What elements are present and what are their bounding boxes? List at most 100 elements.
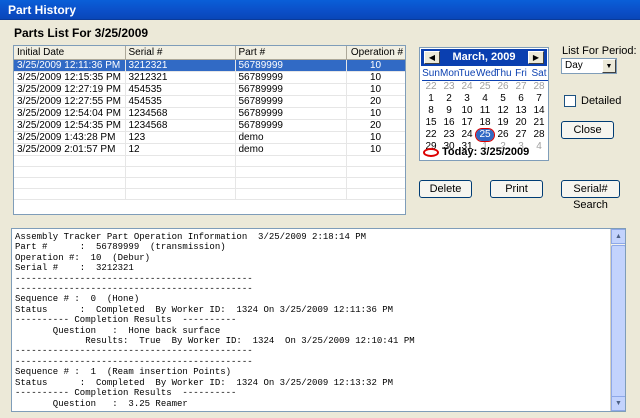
calendar-day[interactable]: 11 [476, 105, 494, 117]
scroll-up-icon[interactable]: ▲ [611, 229, 625, 244]
report-line: Status : Completed By Worker ID: 1324 On… [15, 377, 394, 388]
calendar-day[interactable]: 22 [422, 81, 440, 93]
calendar-day[interactable]: 19 [494, 117, 512, 129]
calendar-day[interactable]: 7 [530, 93, 548, 105]
calendar-day[interactable]: 10 [458, 105, 476, 117]
period-select[interactable]: Day ▼ [561, 58, 617, 74]
table-row[interactable]: 3/25/2009 2:01:57 PM 12 demo 10 [14, 143, 405, 156]
close-button[interactable]: Close [561, 121, 614, 139]
calendar-day[interactable]: 25 [475, 128, 495, 142]
calendar-day[interactable]: 16 [440, 117, 458, 129]
calendar-day[interactable]: 12 [494, 105, 512, 117]
empty-cell [346, 166, 405, 178]
calendar-day[interactable]: 1 [422, 93, 440, 105]
detailed-checkbox[interactable]: Detailed [564, 95, 621, 107]
calendar-week-row: 22 23 24 25 26 27 28 [422, 81, 548, 93]
calendar-day[interactable]: 5 [494, 93, 512, 105]
report-line: ----------------------------------------… [15, 273, 253, 284]
table-cell: 10 [346, 107, 405, 120]
calendar-day[interactable]: 23 [440, 81, 458, 93]
empty-cell [235, 177, 347, 189]
calendar-day[interactable]: 13 [512, 105, 530, 117]
table-cell: 12 [125, 143, 236, 156]
vertical-scrollbar[interactable]: ▲ ▼ [610, 229, 625, 411]
calendar-day[interactable]: 2 [440, 93, 458, 105]
empty-cell [235, 155, 347, 167]
calendar-day[interactable]: 9 [440, 105, 458, 117]
table-row[interactable]: 3/25/2009 12:27:55 PM 454535 56789999 20 [14, 95, 405, 108]
calendar-day[interactable]: 24 [458, 129, 476, 141]
report-line: Operation #: 10 (Debur) [15, 252, 151, 263]
column-header-serial[interactable]: Serial # [125, 46, 236, 60]
column-header-initial-date[interactable]: Initial Date [14, 46, 126, 60]
table-row[interactable]: 3/25/2009 12:11:36 PM 3212321 56789999 10 [14, 59, 405, 72]
weekday-label: Wed [476, 68, 497, 79]
report-line: Sequence # : 0 (Hone) [15, 294, 140, 305]
empty-cell [346, 188, 405, 200]
calendar-day[interactable]: 28 [530, 129, 548, 141]
table-row[interactable]: 3/25/2009 12:27:19 PM 454535 56789999 10 [14, 83, 405, 96]
scroll-down-icon[interactable]: ▼ [611, 396, 625, 411]
table-cell: 56789999 [235, 59, 347, 72]
calendar-day[interactable]: 17 [458, 117, 476, 129]
calendar-day[interactable]: 21 [530, 117, 548, 129]
calendar-day[interactable]: 27 [512, 129, 530, 141]
calendar-day[interactable]: 4 [530, 141, 548, 153]
calendar-day[interactable]: 27 [512, 81, 530, 93]
table-cell: 56789999 [235, 83, 347, 96]
report-line: Question : 3.25 Reamer [15, 398, 188, 409]
report-line: Results: True By Worker ID: 1324 On 3/25… [15, 336, 415, 347]
calendar-day[interactable]: 26 [494, 81, 512, 93]
report-line: Assembly Tracker Part Operation Informat… [15, 232, 367, 242]
table-cell: 3/25/2009 12:27:19 PM [14, 83, 126, 96]
table-cell: 56789999 [235, 95, 347, 108]
month-calendar[interactable]: ◀ March, 2009 ▶ Sun Mon Tue Wed Thu Fri Sat 22… [419, 47, 549, 161]
table-cell: 10 [346, 71, 405, 84]
checkbox-box[interactable] [564, 95, 576, 107]
calendar-week-row: 22 23 24 25 26 27 28 [422, 128, 548, 142]
empty-cell [346, 177, 405, 189]
empty-cell [14, 177, 126, 189]
calendar-day[interactable]: 3 [458, 93, 476, 105]
calendar-day[interactable]: 24 [458, 81, 476, 93]
delete-button[interactable]: Delete [419, 180, 472, 198]
report-line: ---------- Completion Results ---------- [15, 388, 237, 399]
page-title: Parts List For 3/25/2009 [14, 26, 149, 40]
scroll-thumb[interactable] [611, 245, 625, 405]
parts-grid[interactable]: Initial Date Serial # Part # Operation #… [13, 45, 406, 215]
next-month-button[interactable]: ▶ [528, 51, 544, 64]
calendar-day[interactable]: 8 [422, 105, 440, 117]
today-circle-icon [423, 148, 439, 157]
calendar-day[interactable]: 22 [422, 129, 440, 141]
report-textbox[interactable]: Assembly Tracker Part Operation Informat… [11, 228, 626, 412]
table-cell: 3/25/2009 12:15:35 PM [14, 71, 126, 84]
table-cell: 1234568 [125, 107, 236, 120]
column-header-operation[interactable]: Operation # [346, 46, 405, 60]
chevron-down-icon[interactable]: ▼ [602, 59, 616, 73]
calendar-day[interactable]: 18 [476, 117, 494, 129]
table-row[interactable]: 3/25/2009 1:43:28 PM 123 demo 10 [14, 131, 405, 144]
calendar-day[interactable]: 6 [512, 93, 530, 105]
previous-month-button[interactable]: ◀ [424, 51, 440, 64]
calendar-day[interactable]: 26 [494, 129, 512, 141]
print-button[interactable]: Print [490, 180, 543, 198]
empty-cell [235, 166, 347, 178]
report-line: Sequence # : 1 (Ream insertion Points) [15, 367, 232, 378]
calendar-day[interactable]: 23 [440, 129, 458, 141]
calendar-day[interactable]: 20 [512, 117, 530, 129]
table-row[interactable]: 3/25/2009 12:54:04 PM 1234568 56789999 10 [14, 107, 405, 120]
column-header-part[interactable]: Part # [235, 46, 347, 60]
calendar-day[interactable]: 28 [530, 81, 548, 93]
calendar-day[interactable]: 4 [476, 93, 494, 105]
table-row[interactable]: 3/25/2009 12:54:35 PM 1234568 56789999 20 [14, 119, 405, 132]
table-row[interactable]: 3/25/2009 12:15:35 PM 3212321 56789999 10 [14, 71, 405, 84]
report-line: ----------------------------------------… [15, 346, 253, 357]
calendar-day[interactable]: 14 [530, 105, 548, 117]
calendar-day[interactable]: 25 [476, 81, 494, 93]
serial-search-button[interactable]: Serial# Search [561, 180, 620, 211]
today-link[interactable]: Today: 3/25/2009 [422, 146, 529, 159]
empty-cell [14, 155, 126, 167]
calendar-day[interactable]: 15 [422, 117, 440, 129]
grid-header-row: Initial Date Serial # Part # Operation # [14, 46, 405, 60]
weekday-label: Thu [494, 68, 512, 79]
